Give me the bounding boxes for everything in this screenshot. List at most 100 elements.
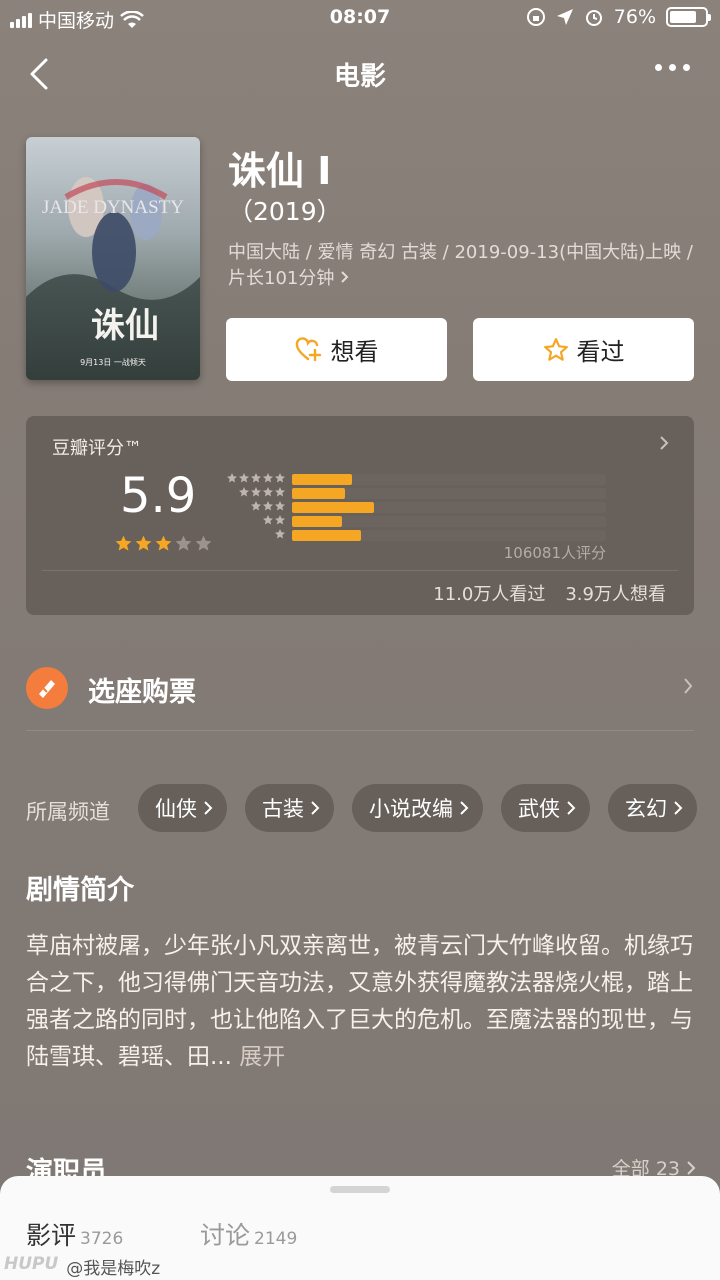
channel-chip[interactable]: 小说改编 xyxy=(352,784,483,832)
poster-art: JADE DYNASTY 诛仙 9月13日 一战倾天 xyxy=(26,177,200,380)
heart-plus-icon xyxy=(295,336,321,361)
distribution-bar xyxy=(292,516,343,527)
tab-discussions-label: 讨论 xyxy=(200,1221,251,1250)
rating-footer: 11.0万人看过 3.9万人想看 xyxy=(433,580,666,606)
distribution-stars xyxy=(224,514,286,526)
small-star-icon xyxy=(263,487,273,497)
synopsis-text: 草庙村被屠，少年张小凡双亲离世，被青云门大竹峰收留。机缘巧合之下，他习得佛门天音… xyxy=(26,928,696,1076)
watermark-user: @我是梅吹z xyxy=(66,1259,161,1279)
distribution-stars xyxy=(224,486,286,498)
expand-link[interactable]: 展开 xyxy=(239,1044,285,1070)
distribution-stars xyxy=(224,472,286,484)
distribution-bar xyxy=(292,530,362,541)
chevron-right-icon xyxy=(341,271,349,283)
nav-bar: 电影 xyxy=(0,44,720,104)
tab-reviews-label: 影评 xyxy=(26,1221,77,1250)
distribution-row xyxy=(224,500,606,513)
alarm-icon xyxy=(585,10,602,26)
buy-ticket-row[interactable]: 选座购票 xyxy=(26,660,694,716)
divider xyxy=(26,730,694,731)
distribution-track xyxy=(292,530,606,541)
poster-date: 9月13日 一战倾天 xyxy=(80,357,146,367)
synopsis-title: 剧情简介 xyxy=(26,875,134,906)
distribution-track xyxy=(292,488,606,499)
status-right: 76% xyxy=(526,6,711,28)
watermark-brand: HUPU xyxy=(4,1254,59,1274)
channel-chip-list: 仙侠 古装 小说改编 武侠 玄幻 xyxy=(138,784,697,832)
seen-label: 看过 xyxy=(576,338,625,366)
rotation-lock-icon xyxy=(526,8,545,26)
star-outline-icon xyxy=(543,337,568,361)
channel-row: 所属频道 仙侠 古装 小说改编 武侠 玄幻 xyxy=(26,784,720,834)
small-star-icon xyxy=(239,487,249,497)
distribution-row xyxy=(224,486,606,499)
chevron-right-icon xyxy=(660,436,669,450)
channel-chip[interactable]: 玄幻 xyxy=(608,784,697,832)
rating-stars xyxy=(114,534,213,553)
channel-chip-label: 小说改编 xyxy=(369,797,453,821)
distribution-bar xyxy=(292,502,374,513)
tab-reviews[interactable]: 影评 3726 xyxy=(26,1216,123,1252)
chevron-right-icon xyxy=(460,801,469,815)
more-icon[interactable] xyxy=(655,64,690,71)
small-star-icon xyxy=(251,487,261,497)
page-title: 电影 xyxy=(333,62,386,92)
distribution-stars xyxy=(224,500,286,512)
tab-discussions-count: 2149 xyxy=(254,1229,298,1249)
movie-poster[interactable]: JADE DYNASTY 诛仙 9月13日 一战倾天 xyxy=(26,137,200,380)
movie-year: （2019） xyxy=(228,197,342,226)
location-icon xyxy=(556,9,573,25)
distribution-row xyxy=(224,472,606,485)
channel-chip[interactable]: 武侠 xyxy=(501,784,590,832)
star-filled-icon xyxy=(155,535,172,551)
battery-icon xyxy=(666,7,711,27)
want-to-watch-button[interactable]: 想看 xyxy=(226,318,447,381)
small-star-icon xyxy=(275,487,285,497)
watched-button[interactable]: 看过 xyxy=(473,318,694,381)
movie-title: 诛仙 I xyxy=(228,149,332,193)
want-count: 3.9万人想看 xyxy=(565,584,666,605)
channel-chip[interactable]: 仙侠 xyxy=(138,784,227,832)
battery-percent: 76% xyxy=(613,6,656,28)
star-filled-icon xyxy=(115,535,132,551)
movie-meta[interactable]: 中国大陆 / 爱情 奇幻 古装 / 2019-09-13(中国大陆)上映 / 片… xyxy=(228,240,698,292)
distribution-track xyxy=(292,502,606,513)
distribution-track xyxy=(292,474,606,485)
ticket-icon xyxy=(26,667,68,709)
movie-meta-text: 中国大陆 / 爱情 奇幻 古装 / 2019-09-13(中国大陆)上映 / 片… xyxy=(228,242,693,289)
poster-title: JADE DYNASTY xyxy=(42,197,184,218)
distribution-track xyxy=(292,516,606,527)
small-star-icon xyxy=(275,473,285,483)
rating-card[interactable]: 豆瓣评分™ 5.9 106081人评分 11.0万人看过 3.9万人想看 xyxy=(26,416,694,615)
small-star-icon xyxy=(263,501,273,511)
small-star-icon xyxy=(263,515,273,525)
rating-count: 106081人评分 xyxy=(503,544,606,562)
tab-reviews-count: 3726 xyxy=(80,1229,124,1249)
tab-discussions[interactable]: 讨论 2149 xyxy=(200,1216,297,1252)
sheet-drag-handle[interactable] xyxy=(330,1186,390,1193)
small-star-icon xyxy=(275,515,285,525)
rating-label: 豆瓣评分™ xyxy=(52,438,142,459)
chevron-right-icon xyxy=(674,801,683,815)
want-label: 想看 xyxy=(330,338,379,366)
channel-chip-label: 古装 xyxy=(262,797,304,821)
divider xyxy=(42,570,678,571)
watched-count: 11.0万人看过 xyxy=(433,584,546,605)
chevron-right-icon xyxy=(204,801,213,815)
poster-chinese-title: 诛仙 xyxy=(91,306,159,346)
small-star-icon xyxy=(251,473,261,483)
small-star-icon xyxy=(251,501,261,511)
small-star-icon xyxy=(263,473,273,483)
channels-label: 所属频道 xyxy=(26,800,110,824)
ticket-label: 选座购票 xyxy=(88,677,196,708)
channel-chip[interactable]: 古装 xyxy=(245,784,334,832)
channel-chip-label: 仙侠 xyxy=(155,797,197,821)
status-bar: 中国移动 08:07 76% xyxy=(0,0,720,36)
channel-chip-label: 武侠 xyxy=(518,797,560,821)
distribution-bar xyxy=(292,488,346,499)
star-empty-icon xyxy=(195,535,212,551)
distribution-row xyxy=(224,529,606,541)
small-star-icon xyxy=(275,501,285,511)
small-star-icon xyxy=(275,529,285,539)
channel-chip-label: 玄幻 xyxy=(625,797,667,821)
